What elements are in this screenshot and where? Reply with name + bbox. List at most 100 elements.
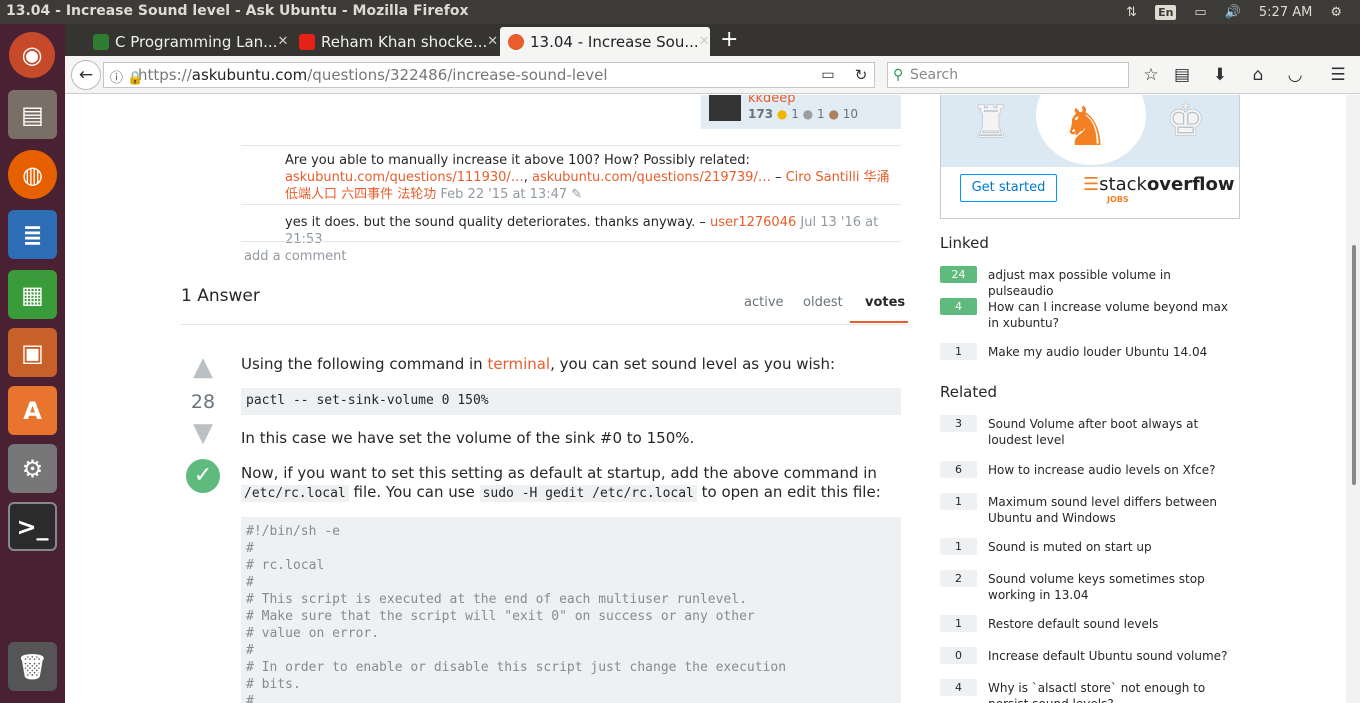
answers-count-heading: 1 Answer: [181, 286, 260, 306]
calc-icon[interactable]: ▦: [8, 270, 57, 319]
system-settings-icon[interactable]: ⚙: [8, 444, 57, 493]
tab-label: C Programming Lan...: [115, 32, 278, 51]
impress-icon[interactable]: ▣: [8, 328, 57, 377]
get-started-button[interactable]: Get started: [960, 174, 1057, 202]
list-item[interactable]: 1 Maximum sound level differs between Ubu…: [940, 493, 1217, 525]
firefox-icon[interactable]: ◍: [8, 150, 57, 199]
window-title: 13.04 - Increase Sound level - Ask Ubunt…: [6, 3, 469, 19]
tab-reham-khan[interactable]: Reham Khan shocke... ✕: [291, 27, 498, 56]
user-name-link[interactable]: kkdeep: [748, 95, 796, 106]
writer-icon[interactable]: ≣: [8, 210, 57, 259]
software-center-icon[interactable]: A: [8, 386, 57, 435]
vote-count: 28: [190, 391, 216, 413]
list-item[interactable]: 3 Sound Volume after boot always at loude…: [940, 415, 1198, 447]
reload-icon[interactable]: ↻: [848, 62, 874, 88]
active-sort-indicator: [850, 321, 908, 323]
linked-question-link[interactable]: Make my audio louder Ubuntu 14.04: [988, 344, 1238, 360]
scrollbar-thumb[interactable]: [1352, 245, 1356, 485]
reader-view-icon[interactable]: ▭: [815, 62, 841, 88]
avatar[interactable]: [709, 95, 741, 121]
related-question-link[interactable]: Sound is muted on start up: [988, 539, 1238, 555]
ubuntu-dash-icon[interactable]: ◉: [9, 32, 55, 78]
unity-launcher: ◉ ▤ ◍ ≣ ▦ ▣ A ⚙ >_ 🗑: [0, 24, 65, 703]
page-scrollbar[interactable]: [1346, 95, 1360, 703]
score-badge: 2: [940, 570, 977, 587]
pocket-icon[interactable]: ◡: [1282, 62, 1308, 88]
trash-icon[interactable]: 🗑: [8, 642, 57, 691]
site-info-icon[interactable]: ⓘ 🔒: [110, 67, 143, 86]
related-question-link[interactable]: Restore default sound levels: [988, 616, 1238, 632]
sort-tab-oldest[interactable]: oldest: [803, 295, 843, 310]
linked-question-link[interactable]: How can I increase volume beyond max in …: [988, 299, 1238, 331]
downloads-icon[interactable]: ⬇: [1207, 62, 1233, 88]
list-item[interactable]: 2 Sound volume keys sometimes stop workin…: [940, 570, 1205, 602]
comment: yes it does. but the sound quality deter…: [285, 215, 879, 247]
jobs-ad[interactable]: ♜ ♞ ♚ Get started ☰stackoverflow JOBS: [940, 95, 1240, 219]
tab-askubuntu[interactable]: 13.04 - Increase Sou... ✕: [500, 27, 710, 56]
keyboard-indicator[interactable]: En: [1155, 4, 1177, 20]
back-button[interactable]: ←: [71, 60, 101, 90]
linked-heading: Linked: [940, 234, 989, 252]
search-input[interactable]: ⚲ Search: [887, 62, 1129, 88]
answer-paragraph: In this case we have set the volume of t…: [241, 429, 695, 447]
linked-question-link[interactable]: adjust max possible volume in pulseaudio: [988, 267, 1238, 299]
list-item[interactable]: 6 How to increase audio levels on Xfce?: [940, 461, 1215, 478]
rook-icon: ♜: [971, 97, 1011, 148]
comment-author[interactable]: user1276046: [710, 215, 796, 230]
score-badge: 6: [940, 461, 977, 478]
downvote-icon[interactable]: ▼: [188, 420, 218, 446]
list-item[interactable]: 1 Restore default sound levels: [940, 615, 1158, 632]
home-icon[interactable]: ⌂: [1245, 62, 1271, 88]
related-question-link[interactable]: Sound volume keys sometimes stop working…: [988, 571, 1238, 603]
answer-paragraph: Now, if you want to set this setting as …: [241, 464, 881, 502]
stackoverflow-logo: ☰stackoverflow: [1083, 174, 1235, 195]
tab-label: 13.04 - Increase Sou...: [530, 32, 699, 51]
code-block: pactl -- set-sink-volume 0 150%: [241, 388, 901, 415]
related-question-link[interactable]: Maximum sound level differs between Ubun…: [988, 494, 1238, 526]
upvote-icon[interactable]: ▲: [188, 354, 218, 380]
terminal-icon[interactable]: >_: [8, 502, 57, 551]
add-comment-link[interactable]: add a comment: [244, 248, 346, 265]
user-card: kkdeep 173 ● 1 ● 1 ● 10: [701, 95, 901, 129]
new-tab-icon[interactable]: +: [720, 27, 738, 52]
volume-icon[interactable]: 🔊: [1225, 5, 1241, 20]
url-bar[interactable]: ⓘ 🔒 https://askubuntu.com/questions/3224…: [103, 62, 875, 88]
terminal-link[interactable]: terminal: [487, 355, 550, 373]
related-question-link[interactable]: Sound Volume after boot always at loudes…: [988, 416, 1238, 448]
bookmark-star-icon[interactable]: ☆: [1138, 62, 1164, 88]
power-icon[interactable]: ⚙: [1330, 5, 1342, 20]
library-icon[interactable]: ▤: [1169, 62, 1195, 88]
related-question-link[interactable]: How to increase audio levels on Xfce?: [988, 462, 1238, 478]
close-tab-icon[interactable]: ✕: [487, 34, 498, 49]
url-prefix: https://: [138, 66, 192, 84]
comment-link[interactable]: askubuntu.com/questions/219739/…: [532, 170, 771, 185]
close-tab-icon[interactable]: ✕: [699, 34, 710, 49]
related-question-link[interactable]: Why is `alsactl store` not enough to per…: [988, 680, 1238, 703]
comment-link[interactable]: askubuntu.com/questions/111930/…: [285, 170, 524, 185]
related-question-link[interactable]: Increase default Ubuntu sound volume?: [988, 648, 1238, 664]
score-badge: 3: [940, 415, 977, 432]
list-item[interactable]: 1 Make my audio louder Ubuntu 14.04: [940, 343, 1207, 360]
list-item[interactable]: 4 How can I increase volume beyond max in…: [940, 298, 1228, 330]
files-icon[interactable]: ▤: [8, 90, 57, 139]
code-line: # Make sure that the script will "exit 0…: [246, 609, 755, 624]
list-item[interactable]: 0 Increase default Ubuntu sound volume?: [940, 647, 1227, 664]
list-item[interactable]: 1 Sound is muted on start up: [940, 538, 1152, 555]
score-badge: 1: [940, 538, 977, 555]
clock[interactable]: 5:27 AM: [1259, 5, 1312, 20]
close-tab-icon[interactable]: ✕: [277, 34, 288, 49]
list-item[interactable]: 4Why is `alsactl store` not enough to pe…: [940, 679, 1205, 703]
network-icon[interactable]: ⇅: [1126, 5, 1137, 20]
score-badge: 1: [940, 493, 977, 510]
search-placeholder: Search: [910, 67, 959, 83]
code-line: # rc.local: [246, 558, 325, 573]
score-badge: 1: [940, 343, 977, 360]
battery-icon[interactable]: ▭: [1194, 5, 1206, 20]
menu-icon[interactable]: ☰: [1325, 62, 1351, 88]
sort-tab-active[interactable]: active: [744, 295, 784, 310]
askubuntu-favicon-icon: [508, 33, 524, 50]
tab-c-programming[interactable]: C Programming Lan... ✕: [85, 27, 290, 56]
edit-pencil-icon[interactable]: ✎: [571, 187, 582, 202]
list-item[interactable]: 24 adjust max possible volume in pulseaud…: [940, 266, 1171, 298]
sort-tab-votes[interactable]: votes: [865, 295, 905, 310]
